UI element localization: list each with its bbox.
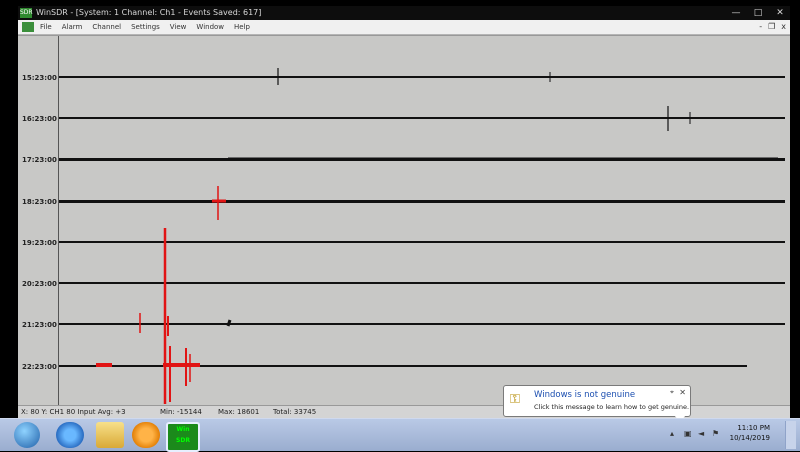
options-icon[interactable]: ⌖ bbox=[670, 388, 674, 397]
menu-alarm[interactable]: Alarm bbox=[62, 20, 83, 34]
explorer-folder-icon[interactable] bbox=[96, 422, 124, 448]
system-tray: ▴ ▣ ◄ ⚑ 11:10 PM 10/14/2019 bbox=[660, 419, 800, 451]
balloon-message[interactable]: Click this message to learn how to get g… bbox=[534, 403, 689, 411]
winsdr-taskbar-label-top: Win bbox=[176, 426, 190, 433]
key-icon: ⚿ bbox=[510, 392, 520, 407]
menu-settings[interactable]: Settings bbox=[131, 20, 160, 34]
internet-explorer-icon[interactable] bbox=[56, 422, 84, 448]
mdi-restore-button[interactable]: ❐ bbox=[768, 20, 775, 34]
menu-channel[interactable]: Channel bbox=[92, 20, 121, 34]
show-desktop-button[interactable] bbox=[785, 421, 796, 449]
mdi-close-button[interactable]: x bbox=[781, 20, 786, 34]
tray-arrow-icon[interactable]: ▴ bbox=[670, 429, 680, 439]
app-icon: SDR bbox=[20, 8, 33, 18]
menu-window[interactable]: Window bbox=[196, 20, 224, 34]
winsdr-window: SDR WinSDR - [System: 1 Channel: Ch1 - E… bbox=[18, 6, 790, 419]
menu-items: File Alarm Channel Settings View Window … bbox=[40, 20, 250, 34]
trace-spike bbox=[226, 319, 232, 327]
media-player-icon[interactable] bbox=[132, 422, 160, 448]
window-title: WinSDR - [System: 1 Channel: Ch1 - Event… bbox=[36, 8, 262, 17]
start-button[interactable] bbox=[14, 422, 40, 448]
helicorder-plot[interactable]: 15:23:00 16:23:00 17:23:00 18:23:00 19:2… bbox=[18, 35, 790, 406]
clock-time: 11:10 PM bbox=[737, 424, 770, 432]
mdi-controls: - ❐ x bbox=[759, 20, 786, 34]
title-bar[interactable]: SDR WinSDR - [System: 1 Channel: Ch1 - E… bbox=[18, 6, 790, 20]
window-controls: — □ ✕ bbox=[728, 6, 788, 20]
document-icon[interactable] bbox=[22, 22, 34, 32]
event-markers bbox=[96, 68, 778, 404]
maximize-button[interactable]: □ bbox=[750, 6, 766, 20]
balloon-title[interactable]: Windows is not genuine bbox=[534, 390, 635, 400]
menu-bar: File Alarm Channel Settings View Window … bbox=[18, 20, 790, 35]
menu-help[interactable]: Help bbox=[234, 20, 250, 34]
clock-date: 10/14/2019 bbox=[729, 434, 770, 442]
tray-clock[interactable]: 11:10 PM 10/14/2019 bbox=[730, 423, 770, 443]
mdi-minimize-button[interactable]: - bbox=[759, 20, 762, 34]
action-center-icon[interactable]: ⚑ bbox=[712, 429, 722, 439]
network-icon[interactable]: ▣ bbox=[684, 429, 694, 439]
winsdr-taskbar-label-bottom: SDR bbox=[176, 437, 190, 444]
genuine-notification-balloon[interactable]: ⚿ Windows is not genuine Click this mess… bbox=[503, 385, 691, 422]
balloon-close-button[interactable]: ✕ bbox=[679, 388, 686, 397]
volume-icon[interactable]: ◄ bbox=[698, 429, 708, 439]
close-button[interactable]: ✕ bbox=[772, 6, 788, 20]
desktop: SDR WinSDR - [System: 1 Channel: Ch1 - E… bbox=[0, 0, 800, 452]
minimize-button[interactable]: — bbox=[728, 6, 744, 20]
menu-view[interactable]: View bbox=[170, 20, 187, 34]
taskbar: Win SDR ▴ ▣ ◄ ⚑ 11:10 PM 10/14/2019 bbox=[0, 418, 800, 452]
winsdr-taskbar-button[interactable]: Win SDR bbox=[166, 422, 200, 452]
menu-file[interactable]: File bbox=[40, 20, 52, 34]
